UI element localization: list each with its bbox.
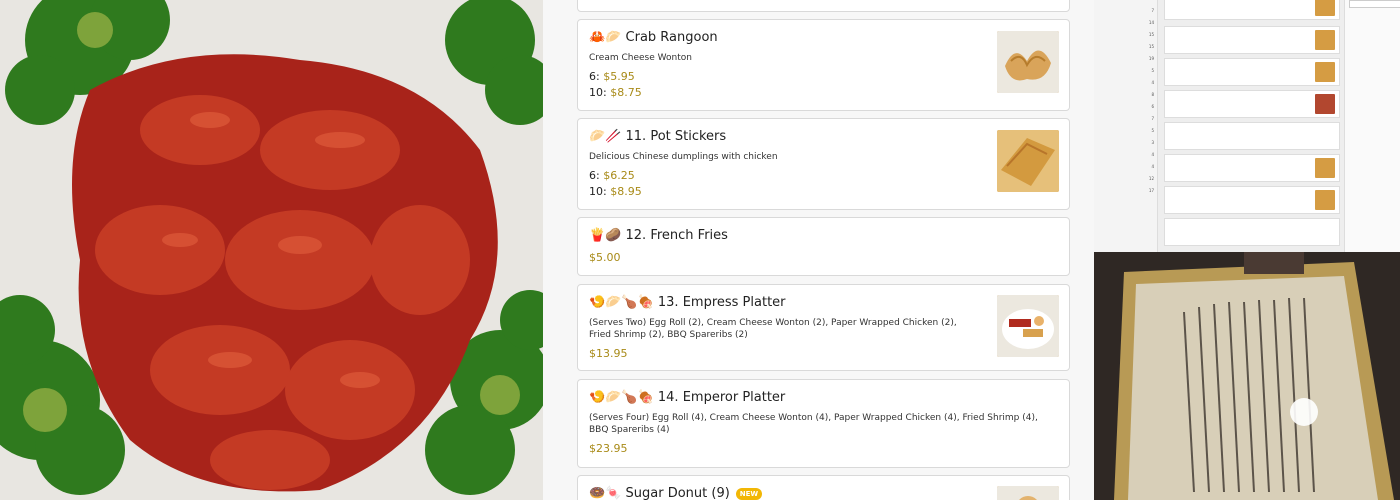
- menu-item-price: $13.95: [589, 347, 628, 360]
- menu-item-description: Cream Cheese Wonton: [589, 53, 692, 63]
- menu-item-crab-rangoon[interactable]: 🦀🥟 Crab Rangoon Cream Cheese Wonton 6: $…: [577, 19, 1070, 111]
- category-row: 14: [1148, 20, 1154, 25]
- menu-item-image: [997, 31, 1059, 93]
- category-row: 7: [1151, 116, 1154, 121]
- menu-item-previous[interactable]: [577, 0, 1070, 12]
- list-item[interactable]: [1164, 218, 1340, 246]
- category-row: 5: [1151, 128, 1154, 133]
- menu-item-description: Delicious Chinese dumplings with chicken: [589, 152, 778, 162]
- menu-item-image: [997, 295, 1059, 357]
- menu-item-icon: 🦀🥟: [589, 30, 622, 45]
- food-photo-orange-chicken: [0, 0, 543, 500]
- list-item[interactable]: [1164, 122, 1340, 150]
- new-badge: NEW: [735, 487, 763, 500]
- category-row: 7: [1151, 8, 1154, 13]
- menu-item-pot-stickers[interactable]: 🥟🥢 11. Pot Stickers Delicious Chinese du…: [577, 118, 1070, 210]
- menu-list: 🦀🥟 Crab Rangoon Cream Cheese Wonton 6: $…: [543, 0, 1094, 500]
- menu-item-emperor-platter[interactable]: 🍤🥟🍗🍖 14. Emperor Platter (Serves Four) E…: [577, 379, 1070, 468]
- menu-item-icon: 🥟🥢: [589, 129, 622, 144]
- menu-app-screenshot: 7 14 15 15 19 5 4 8 6 7 5 3 4 4 12 17: [1094, 0, 1400, 252]
- menu-item-price: $23.95: [589, 442, 628, 455]
- menu-item-icon: 🍤🥟🍗🍖: [589, 390, 654, 405]
- menu-item-icon: 🍤🥟🍗🍖: [589, 295, 654, 310]
- menu-item-price: 10: $8.75: [589, 86, 642, 99]
- menu-item-title: 🦀🥟 Crab Rangoon: [589, 30, 718, 45]
- menu-item-title: 🍟🥔 12. French Fries: [589, 228, 728, 243]
- list-item[interactable]: [1164, 0, 1340, 20]
- menu-item-sugar-donut[interactable]: 🍩🍬 Sugar Donut (9) NEW: [577, 475, 1070, 500]
- cart-note: [1349, 10, 1400, 18]
- category-row: 12: [1148, 176, 1154, 181]
- category-sidebar: 7 14 15 15 19 5 4 8 6 7 5 3 4 4 12 17: [1094, 0, 1158, 252]
- category-row: 4: [1151, 152, 1154, 157]
- category-row: 15: [1148, 32, 1154, 37]
- cart-panel: [1344, 0, 1400, 252]
- menu-item-price: 6: $5.95: [589, 70, 635, 83]
- menu-item-french-fries[interactable]: 🍟🥔 12. French Fries $5.00: [577, 217, 1070, 276]
- category-row: 6: [1151, 104, 1154, 109]
- category-row: 5: [1151, 68, 1154, 73]
- item-list: [1164, 0, 1340, 252]
- category-row: 8: [1151, 92, 1154, 97]
- menu-item-price: $5.00: [589, 251, 621, 264]
- menu-item-price: 6: $6.25: [589, 169, 635, 182]
- list-item[interactable]: [1164, 90, 1340, 118]
- menu-item-title: 🍩🍬 Sugar Donut (9) NEW: [589, 486, 763, 500]
- category-row: 19: [1148, 56, 1154, 61]
- menu-item-description: (Serves Four) Egg Roll (4), Cream Cheese…: [589, 413, 1038, 435]
- category-row: 3: [1151, 140, 1154, 145]
- menu-item-icon: 🍟🥔: [589, 228, 622, 243]
- list-item[interactable]: [1164, 154, 1340, 182]
- category-row: 4: [1151, 80, 1154, 85]
- menu-item-empress-platter[interactable]: 🍤🥟🍗🍖 13. Empress Platter (Serves Two) Eg…: [577, 284, 1070, 371]
- menu-item-price: 10: $8.95: [589, 185, 642, 198]
- category-row: 4: [1151, 164, 1154, 169]
- category-row: 17: [1148, 188, 1154, 193]
- printed-menu-photo: [1094, 252, 1400, 500]
- menu-item-image: [997, 486, 1059, 500]
- category-row: 15: [1148, 44, 1154, 49]
- menu-item-title: 🍤🥟🍗🍖 14. Emperor Platter: [589, 390, 786, 405]
- list-item[interactable]: [1164, 186, 1340, 214]
- list-item[interactable]: [1164, 58, 1340, 86]
- menu-item-title: 🍤🥟🍗🍖 13. Empress Platter: [589, 295, 786, 310]
- list-item[interactable]: [1164, 26, 1340, 54]
- menu-item-icon: 🍩🍬: [589, 486, 622, 500]
- menu-item-image: [997, 130, 1059, 192]
- menu-item-title: 🥟🥢 11. Pot Stickers: [589, 129, 727, 144]
- menu-item-description: (Serves Two) Egg Roll (2), Cream Cheese …: [589, 318, 957, 340]
- cart-button[interactable]: [1349, 0, 1400, 8]
